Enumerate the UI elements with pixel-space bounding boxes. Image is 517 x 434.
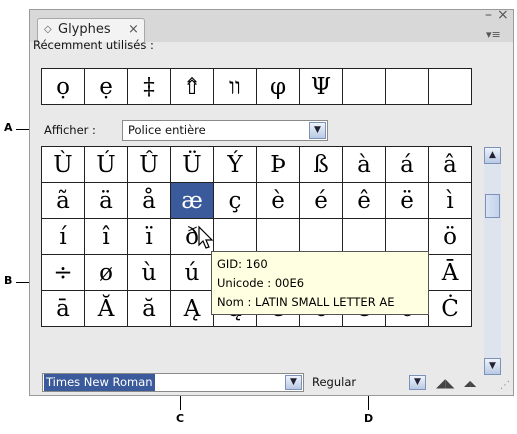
glyph-cell[interactable]: Ý	[213, 146, 257, 183]
glyph-cell[interactable]: å	[127, 182, 171, 219]
tooltip-gid: GID: 160	[217, 257, 268, 271]
glyph-cell[interactable]: Ù	[41, 146, 85, 183]
glyph-cell[interactable]: ÷	[41, 254, 85, 291]
font-style-select[interactable]: Regular ▼	[306, 373, 428, 392]
recent-glyph[interactable]: φ	[256, 68, 300, 105]
glyph-cell[interactable]: à	[342, 146, 386, 183]
scroll-down-icon[interactable]: ▼	[484, 358, 501, 375]
glyph-cell[interactable]: ö	[428, 218, 472, 255]
recent-glyph[interactable]: ‡	[127, 68, 171, 105]
font-style-value: Regular	[312, 375, 357, 389]
glyph-cell[interactable]: é	[299, 182, 343, 219]
recent-glyph[interactable]: Ψ	[299, 68, 343, 105]
glyph-cell[interactable]: Ċ	[428, 290, 472, 327]
chevron-down-icon[interactable]: ▼	[409, 375, 426, 390]
recent-label: Récemment utilisés :	[33, 38, 154, 52]
close-icon[interactable]: ×	[497, 7, 509, 23]
glyph-scrollbar[interactable]: ▲ ▼	[484, 147, 501, 375]
glyph-cell[interactable]	[299, 218, 343, 255]
glyph-cell[interactable]: Ă	[84, 290, 128, 327]
glyph-cell[interactable]: í	[41, 218, 85, 255]
glyph-cell[interactable]: á	[385, 146, 429, 183]
tooltip-unicode: Unicode : 00E6	[217, 276, 305, 290]
glyph-cell[interactable]: ç	[213, 182, 257, 219]
resize-grip-icon[interactable]: ⋰	[500, 380, 510, 391]
recent-glyph[interactable]: ọ	[41, 68, 85, 105]
recent-glyph[interactable]: ⇮	[170, 68, 214, 105]
glyph-cell[interactable]: ï	[127, 218, 171, 255]
chevron-down-icon[interactable]: ▼	[309, 122, 326, 139]
zoom-in-icon[interactable]: ◢◣	[464, 379, 476, 388]
show-select[interactable]: Police entière ▼	[122, 120, 328, 141]
glyph-cell[interactable]: ë	[385, 182, 429, 219]
recent-glyph[interactable]: וו	[213, 68, 257, 105]
glyph-cell[interactable]	[213, 218, 257, 255]
glyph-cell[interactable]: î	[84, 218, 128, 255]
glyph-cell-selected[interactable]: æ	[170, 182, 214, 219]
glyph-cell[interactable]: ê	[342, 182, 386, 219]
glyph-cell[interactable]	[342, 218, 386, 255]
recent-glyph[interactable]	[428, 68, 472, 105]
chevron-down-icon[interactable]: ▼	[285, 375, 302, 390]
font-family-value: Times New Roman	[44, 374, 155, 391]
recent-glyph[interactable]	[385, 68, 429, 105]
glyph-cell[interactable]: ù	[127, 254, 171, 291]
tooltip-name: Nom : LATIN SMALL LETTER AE	[217, 295, 395, 309]
glyph-cell[interactable]: ã	[41, 182, 85, 219]
glyph-cell[interactable]: ì	[428, 182, 472, 219]
glyph-cell[interactable]: è	[256, 182, 300, 219]
zoom-out-icon[interactable]: ◢◣	[436, 376, 454, 390]
glyph-cell[interactable]: Þ	[256, 146, 300, 183]
callout-c: C	[176, 412, 185, 425]
glyph-cell[interactable]: ā	[41, 290, 85, 327]
recent-glyphs-row: ọ ẹ ‡ ⇮ וו φ Ψ	[41, 68, 472, 105]
callout-d: D	[364, 412, 374, 425]
glyph-cell[interactable]: ø	[84, 254, 128, 291]
minimize-icon[interactable]: –	[485, 7, 492, 23]
recent-glyph[interactable]: ẹ	[84, 68, 128, 105]
show-label: Afficher :	[44, 123, 96, 137]
glyph-cell[interactable]: ú	[170, 254, 214, 291]
show-select-value: Police entière	[128, 123, 206, 137]
scroll-up-icon[interactable]: ▲	[484, 147, 501, 164]
glyph-cell[interactable]: â	[428, 146, 472, 183]
glyph-cell[interactable]: ß	[299, 146, 343, 183]
recent-glyph[interactable]	[342, 68, 386, 105]
glyph-cell[interactable]	[256, 218, 300, 255]
glyph-cell[interactable]: ă	[127, 290, 171, 327]
callout-b: B	[4, 274, 13, 287]
glyph-cell[interactable]	[385, 218, 429, 255]
glyph-cell[interactable]: Û	[127, 146, 171, 183]
font-family-select[interactable]: Times New Roman ▼	[42, 373, 304, 392]
glyph-cell[interactable]: Ú	[84, 146, 128, 183]
panel-menu-icon[interactable]: ▾≡	[486, 28, 501, 41]
glyph-tooltip: GID: 160 Unicode : 00E6 Nom : LATIN SMAL…	[211, 251, 429, 315]
callout-a: A	[4, 121, 13, 134]
scroll-thumb[interactable]	[485, 194, 500, 218]
glyph-cell[interactable]: ä	[84, 182, 128, 219]
glyph-cell[interactable]: Ā	[428, 254, 472, 291]
glyph-cell[interactable]: Ü	[170, 146, 214, 183]
glyph-cell[interactable]: Ą	[170, 290, 214, 327]
mouse-pointer-icon	[198, 225, 214, 249]
